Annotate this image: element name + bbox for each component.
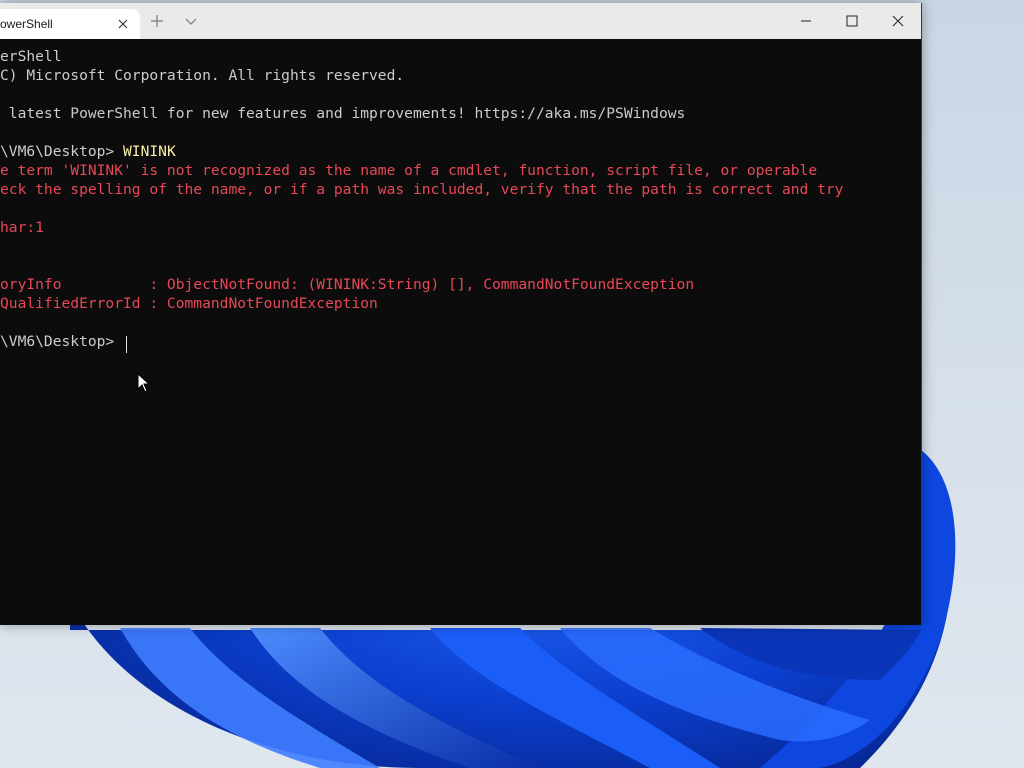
error-line: QualifiedErrorId : CommandNotFoundExcept… [0,295,378,312]
error-line: har:1 [0,219,44,236]
prompt-line: \VM6\Desktop> WININK [0,142,176,161]
console-output[interactable]: erShell C) Microsoft Corporation. All ri… [0,39,921,625]
prompt-line-current: \VM6\Desktop> [0,333,124,350]
maximize-button[interactable] [829,3,875,39]
close-window-button[interactable] [875,3,921,39]
title-bar[interactable]: owerShell [0,3,921,39]
console-line: erShell [0,48,62,65]
minimize-icon [801,20,811,22]
terminal-window: owerShell erShell C) Microsoft Corporati… [0,3,922,625]
dropdown-chevron-down-icon[interactable] [181,11,201,31]
tab-powershell[interactable]: owerShell [0,9,140,39]
console-line: latest PowerShell for new features and i… [0,105,686,122]
maximize-icon [846,15,858,27]
console-line: C) Microsoft Corporation. All rights res… [0,67,405,84]
error-line: oryInfo : ObjectNotFound: (WININK:String… [0,276,695,293]
minimize-button[interactable] [783,3,829,39]
typed-command: WININK [123,143,176,160]
error-line: eck the spelling of the name, or if a pa… [0,181,844,198]
tab-close-icon[interactable] [115,16,131,32]
new-tab-plus-icon[interactable] [147,11,167,31]
close-icon [892,15,904,27]
text-cursor [126,336,127,353]
tab-title: owerShell [0,17,53,31]
prompt-text: \VM6\Desktop> [0,143,124,160]
error-line: e term 'WININK' is not recognized as the… [0,162,818,179]
mouse-pointer-icon [137,373,151,393]
